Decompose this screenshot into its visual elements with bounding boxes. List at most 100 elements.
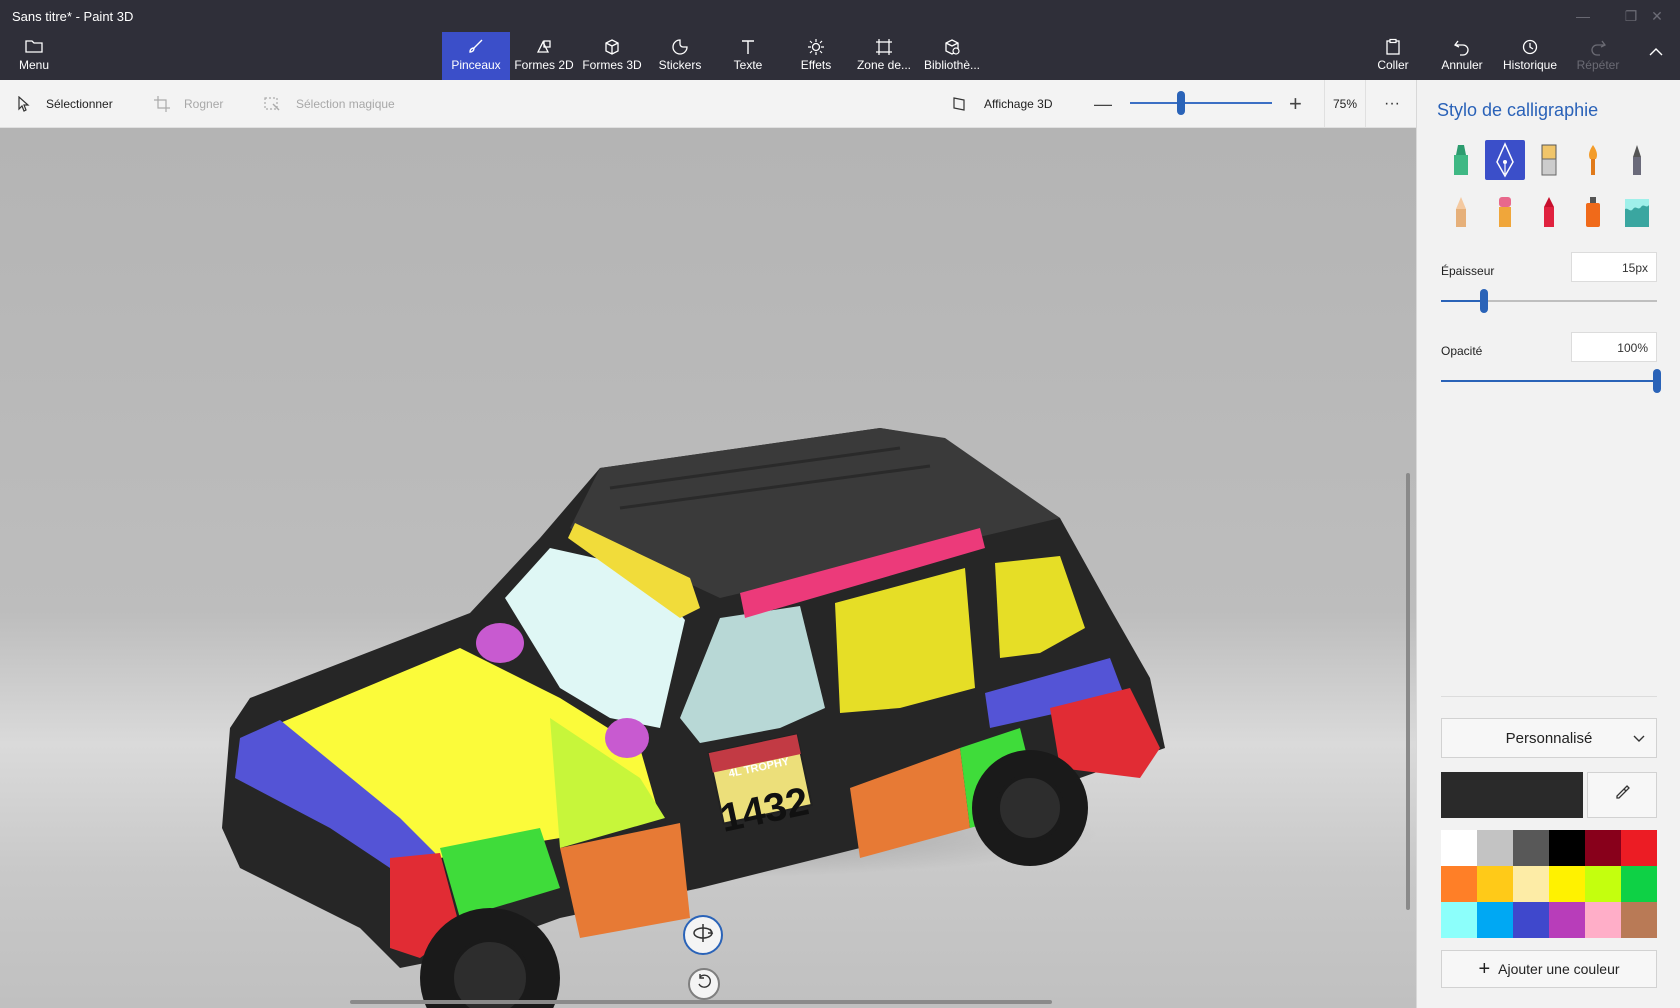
color-swatch[interactable]: [1441, 902, 1477, 938]
preset-dropdown[interactable]: Personnalisé: [1441, 718, 1657, 758]
color-palette: [1441, 830, 1657, 938]
oil-brush[interactable]: [1529, 140, 1569, 180]
zoom-slider-track[interactable]: [1130, 102, 1272, 104]
color-swatch[interactable]: [1477, 830, 1513, 866]
crop-icon: [154, 96, 170, 112]
opacity-input[interactable]: 100%: [1571, 332, 1657, 362]
tool-texte[interactable]: Texte: [714, 32, 782, 80]
pencil-brush[interactable]: [1441, 192, 1481, 232]
color-swatch[interactable]: [1549, 902, 1585, 938]
paste-button[interactable]: Coller: [1360, 32, 1426, 80]
color-swatch[interactable]: [1585, 830, 1621, 866]
text-icon: [714, 32, 782, 58]
zoom-slider-thumb[interactable]: [1177, 91, 1186, 115]
eraser-brush[interactable]: [1485, 192, 1525, 232]
rotate-3d-icon: [691, 921, 715, 950]
opacity-slider[interactable]: [1441, 380, 1657, 382]
color-swatch[interactable]: [1441, 830, 1477, 866]
marker-brush[interactable]: [1441, 140, 1481, 180]
title-bar: Sans titre* - Paint 3D — ❐ ✕: [0, 0, 1680, 32]
color-swatch[interactable]: [1621, 866, 1657, 902]
plus-icon: +: [1289, 91, 1302, 116]
undo-icon: [1428, 32, 1496, 58]
fill-bucket-icon: [1625, 199, 1649, 227]
color-swatch[interactable]: [1621, 902, 1657, 938]
view-3d-icon: [952, 96, 970, 112]
tool-stickers[interactable]: Stickers: [646, 32, 714, 80]
tool-pinceaux[interactable]: Pinceaux: [442, 32, 510, 80]
redo-button[interactable]: Répéter: [1564, 32, 1632, 80]
menu-button[interactable]: Menu: [0, 32, 68, 80]
pencil-icon: [1456, 197, 1466, 227]
spray-can-brush[interactable]: [1573, 192, 1613, 232]
fill-bucket-brush[interactable]: [1617, 192, 1657, 232]
watercolor-brush[interactable]: [1573, 140, 1613, 180]
thickness-slider[interactable]: [1441, 300, 1657, 302]
tool-zone-de-dessin[interactable]: Zone de...: [850, 32, 918, 80]
color-swatch[interactable]: [1513, 830, 1549, 866]
color-swatch[interactable]: [1549, 830, 1585, 866]
collapse-ribbon-button[interactable]: [1636, 32, 1676, 80]
more-options-button[interactable]: ···: [1384, 80, 1400, 128]
chevron-down-icon: [1632, 731, 1646, 748]
marker-icon: [1454, 145, 1468, 175]
calligraphy-pen-brush[interactable]: [1485, 140, 1525, 180]
vertical-scrollbar[interactable]: [1406, 473, 1410, 910]
color-swatch[interactable]: [1513, 902, 1549, 938]
watercolor-icon: [1589, 145, 1597, 175]
paint3d-window: Sans titre* - Paint 3D — ❐ ✕ Menu Pincea…: [0, 0, 1680, 1008]
magic-select-icon: [264, 96, 282, 112]
zoom-value[interactable]: 75%: [1324, 80, 1366, 128]
color-swatch[interactable]: [1441, 866, 1477, 902]
crop-canvas-icon: [850, 32, 918, 58]
car-3d-model[interactable]: [0, 128, 1416, 1008]
eraser-icon: [1499, 197, 1511, 227]
divider: [1441, 696, 1657, 697]
minimize-button[interactable]: —: [1560, 0, 1606, 32]
magic-select-button[interactable]: Sélection magique: [264, 80, 395, 128]
pixel-pen-icon: [1633, 145, 1641, 175]
rotate-3d-button[interactable]: [683, 915, 723, 955]
color-swatch[interactable]: [1585, 866, 1621, 902]
pixel-pen-brush[interactable]: [1617, 140, 1657, 180]
add-color-button[interactable]: + Ajouter une couleur: [1441, 950, 1657, 988]
current-color-swatch[interactable]: [1441, 772, 1583, 818]
window-title: Sans titre* - Paint 3D: [12, 9, 134, 24]
color-swatch[interactable]: [1549, 866, 1585, 902]
zoom-out-button[interactable]: —: [1094, 80, 1112, 128]
zoom-in-button[interactable]: +: [1289, 80, 1302, 128]
reset-view-button[interactable]: [688, 968, 720, 1000]
crayon-icon: [1544, 197, 1554, 227]
canvas-area[interactable]: 4L TROPHY 1432: [0, 128, 1416, 1008]
color-swatch[interactable]: [1585, 902, 1621, 938]
crayon-brush[interactable]: [1529, 192, 1569, 232]
tool-formes-2d[interactable]: Formes 2D: [510, 32, 578, 80]
tool-effets[interactable]: Effets: [782, 32, 850, 80]
color-swatch[interactable]: [1513, 866, 1549, 902]
undo-button[interactable]: Annuler: [1428, 32, 1496, 80]
cube-icon: [578, 32, 646, 58]
thickness-label: Épaisseur: [1441, 264, 1495, 278]
eyedropper-button[interactable]: [1587, 772, 1657, 818]
history-button[interactable]: Historique: [1496, 32, 1564, 80]
color-swatch[interactable]: [1477, 902, 1513, 938]
undo-rotate-icon: [695, 973, 713, 996]
shapes-2d-icon: [510, 32, 578, 58]
close-button[interactable]: ✕: [1634, 0, 1680, 32]
oil-brush-icon: [1541, 144, 1557, 176]
thickness-input[interactable]: 15px: [1571, 252, 1657, 282]
horizontal-scrollbar[interactable]: [350, 1000, 1052, 1004]
opacity-slider-thumb[interactable]: [1653, 369, 1661, 393]
color-swatch[interactable]: [1477, 866, 1513, 902]
view-3d-toggle[interactable]: Affichage 3D: [952, 80, 1053, 128]
select-button[interactable]: Sélectionner: [16, 80, 113, 128]
sun-icon: [782, 32, 850, 58]
tool-formes-3d[interactable]: Formes 3D: [578, 32, 646, 80]
tool-bibliotheque[interactable]: Bibliothè...: [918, 32, 986, 80]
brush-icon: [442, 32, 510, 58]
sticker-icon: [646, 32, 714, 58]
crop-button[interactable]: Rogner: [154, 80, 223, 128]
color-swatch[interactable]: [1621, 830, 1657, 866]
spray-can-icon: [1586, 197, 1600, 227]
thickness-slider-thumb[interactable]: [1480, 289, 1489, 313]
